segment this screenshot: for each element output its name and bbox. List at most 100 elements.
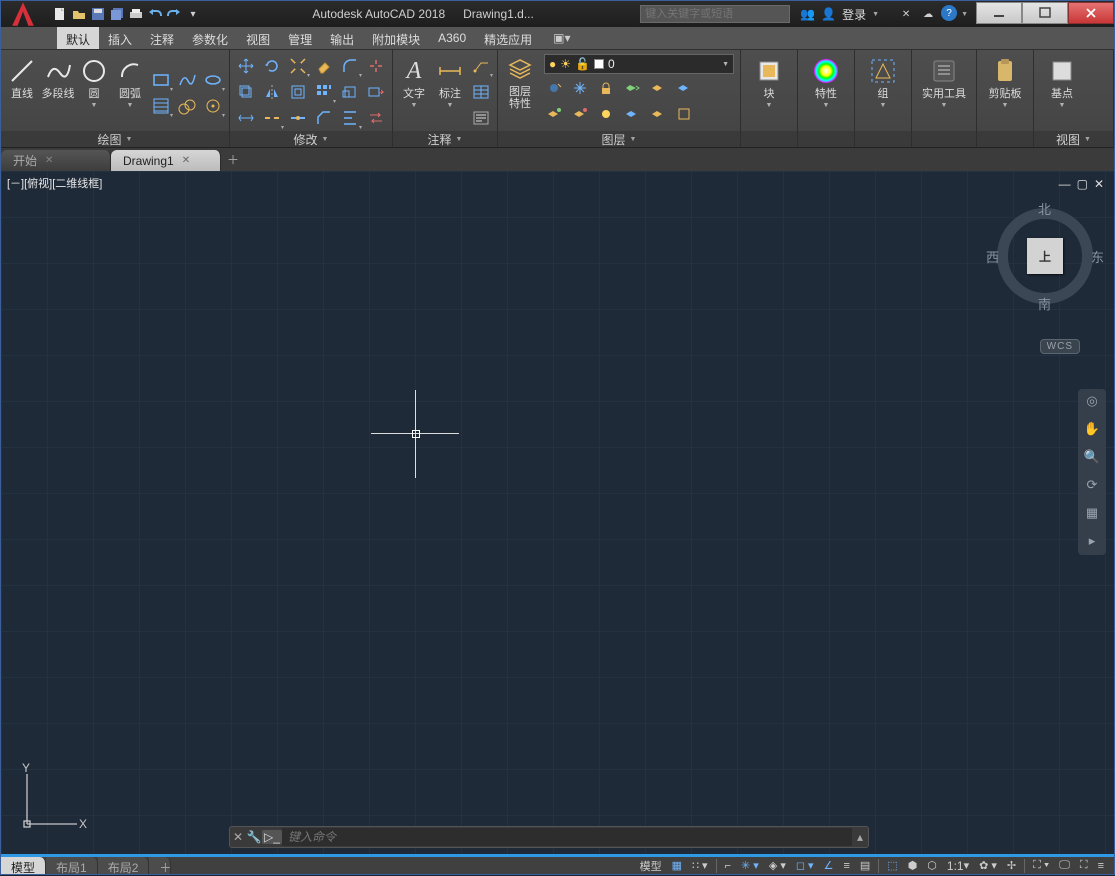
stretch-button[interactable] xyxy=(364,80,388,104)
mtext-button[interactable] xyxy=(469,106,493,130)
cmdline-close-icon[interactable]: ✕ xyxy=(230,830,246,844)
chamfer-button[interactable] xyxy=(312,106,336,130)
sb-osnap-icon[interactable]: ◻ ▾ xyxy=(792,857,818,875)
layer-iso-button[interactable] xyxy=(542,102,566,126)
compass-south[interactable]: 南 xyxy=(1038,294,1051,313)
text-button[interactable]: A 文字▼ xyxy=(397,54,431,111)
nav-orbit-icon[interactable]: ⟳ xyxy=(1083,477,1101,495)
sb-snap-icon[interactable]: ∷ ▾ xyxy=(688,857,712,875)
qat-plot-icon[interactable] xyxy=(127,5,145,23)
offset-button[interactable] xyxy=(286,80,310,104)
panel-modify-title[interactable]: 修改▼ xyxy=(230,131,392,147)
qat-dropdown-icon[interactable]: ▾ xyxy=(184,5,202,23)
sb-isodraft-icon[interactable]: ◈ ▾ xyxy=(765,857,790,875)
compass-east[interactable]: 东 xyxy=(1091,247,1104,266)
mirror-button[interactable] xyxy=(260,80,284,104)
sb-cleanscreen-icon[interactable]: ⛶ xyxy=(1076,857,1092,875)
sb-monitor-icon[interactable]: 🖵 xyxy=(1055,857,1074,875)
join-button[interactable] xyxy=(286,106,310,130)
compass-north[interactable]: 北 xyxy=(1038,199,1051,218)
sb-annovis-icon[interactable]: ✢ xyxy=(1003,857,1020,875)
ribbon-tab-manage[interactable]: 管理 xyxy=(279,27,321,49)
nav-zoom-icon[interactable]: 🔍 xyxy=(1083,449,1101,467)
arc-button[interactable]: 圆弧▼ xyxy=(113,54,147,111)
panel-layer-title[interactable]: 图层▼ xyxy=(498,131,740,147)
move-button[interactable] xyxy=(234,54,258,78)
lengthen-button[interactable] xyxy=(234,106,258,130)
viewport-minimize-icon[interactable]: — xyxy=(1059,177,1071,191)
sign-in-area[interactable]: 👥 👤 登录 ▼ xyxy=(790,6,889,23)
wcs-indicator[interactable]: WCS xyxy=(1040,339,1080,354)
properties-button[interactable]: 特性▼ xyxy=(802,54,850,111)
sb-gear-icon[interactable]: ✿ ▾ xyxy=(975,857,1001,875)
ribbon-tab-a360[interactable]: A360 xyxy=(429,27,475,49)
ribbon-tab-home[interactable]: 默认 xyxy=(57,27,99,49)
layer-states-button[interactable] xyxy=(672,102,696,126)
stay-connected-icon[interactable]: ☁ xyxy=(919,5,937,23)
ribbon-tab-annotate[interactable]: 注释 xyxy=(141,27,183,49)
sb-lineweight-icon[interactable]: ≡ xyxy=(839,857,853,875)
layout-tab-layout1[interactable]: 布局1 xyxy=(46,857,98,874)
nav-showmotion-icon[interactable]: ▦ xyxy=(1083,505,1101,523)
copy-button[interactable] xyxy=(234,80,258,104)
ribbon-tab-output[interactable]: 输出 xyxy=(321,27,363,49)
line-button[interactable]: 直线 xyxy=(5,54,39,102)
ribbon-more-button[interactable]: ▣▾ xyxy=(545,27,578,49)
minimize-button[interactable] xyxy=(976,2,1022,24)
file-tab-start[interactable]: 开始✕ xyxy=(1,150,111,171)
nav-play-icon[interactable]: ▸ xyxy=(1083,533,1101,551)
layer-on2-button[interactable] xyxy=(620,102,644,126)
command-input[interactable] xyxy=(282,828,852,846)
trim-button[interactable]: ▾ xyxy=(286,54,310,78)
reverse-button[interactable] xyxy=(364,106,388,130)
panel-annotation-title[interactable]: 注释▼ xyxy=(393,131,497,147)
layout-tab-model[interactable]: 模型 xyxy=(1,857,46,874)
qat-save-icon[interactable] xyxy=(89,5,107,23)
qat-undo-icon[interactable] xyxy=(146,5,164,23)
viewport-close-icon[interactable]: ✕ xyxy=(1094,177,1104,191)
sb-transparency-icon[interactable]: ▤ xyxy=(856,857,874,875)
layer-make-current-btn[interactable] xyxy=(620,76,644,100)
sb-grid-icon[interactable]: ▦ xyxy=(668,857,686,875)
base-view-button[interactable]: 基点▼ xyxy=(1038,54,1086,111)
sb-dynucs-icon[interactable]: ⬡ xyxy=(923,857,941,875)
ellipse-button[interactable]: ▾ xyxy=(201,68,225,92)
align-button[interactable]: ▾ xyxy=(338,106,362,130)
panel-draw-title[interactable]: 绘图▼ xyxy=(1,131,229,147)
file-tab-drawing1[interactable]: Drawing1✕ xyxy=(111,150,221,171)
ribbon-tab-featured[interactable]: 精选应用 xyxy=(475,27,541,49)
ucs-icon[interactable]: X Y xyxy=(19,762,89,832)
fillet-button[interactable]: ▾ xyxy=(338,54,362,78)
help-icon[interactable]: ? xyxy=(941,5,957,21)
panel-view-title[interactable]: 视图▼ xyxy=(1034,131,1113,147)
spline-button[interactable] xyxy=(175,68,199,92)
point-button[interactable]: ▾ xyxy=(201,94,225,118)
layer-dropdown[interactable]: ● ☀ 🔓 0 ▼ xyxy=(544,54,734,74)
layer-off-button[interactable] xyxy=(542,76,566,100)
leader-button[interactable]: ▾ xyxy=(469,54,493,78)
circle-button[interactable]: 圆▼ xyxy=(77,54,111,111)
sb-ortho-icon[interactable]: ⌐ xyxy=(721,857,735,875)
clipboard-button[interactable]: 剪贴板▼ xyxy=(981,54,1029,111)
cmdline-config-icon[interactable]: 🔧 xyxy=(246,830,262,844)
layer-uniso-button[interactable] xyxy=(568,102,592,126)
nav-wheel-icon[interactable]: ◎ xyxy=(1083,393,1101,411)
utilities-button[interactable]: 实用工具▼ xyxy=(916,54,972,111)
block-button[interactable]: 块▼ xyxy=(745,54,793,111)
qat-open-icon[interactable] xyxy=(70,5,88,23)
qat-new-icon[interactable] xyxy=(51,5,69,23)
drawing-area[interactable]: [－][俯视][二维线框] — ▢ ✕ X Y 北 南 东 西 上 WCS xyxy=(1,171,1114,854)
ribbon-tab-parametric[interactable]: 参数化 xyxy=(183,27,237,49)
viewport-maximize-icon[interactable]: ▢ xyxy=(1077,177,1088,191)
hatch-button[interactable]: ▾ xyxy=(149,94,173,118)
array-button[interactable]: ▾ xyxy=(312,80,336,104)
erase-button[interactable] xyxy=(312,54,336,78)
sb-3dosnap-icon[interactable]: ⬢ xyxy=(904,857,922,875)
sb-customize-icon[interactable]: ≡ xyxy=(1094,857,1108,875)
sb-workspace-icon[interactable]: ⛶ ▾ xyxy=(1029,857,1053,875)
sb-selection-cycle-icon[interactable]: ⬚ xyxy=(883,857,901,875)
new-file-tab-button[interactable]: ＋ xyxy=(221,148,245,171)
add-layout-button[interactable]: ＋ xyxy=(149,857,171,874)
layer-thaw-button[interactable] xyxy=(594,102,618,126)
region-button[interactable] xyxy=(175,94,199,118)
